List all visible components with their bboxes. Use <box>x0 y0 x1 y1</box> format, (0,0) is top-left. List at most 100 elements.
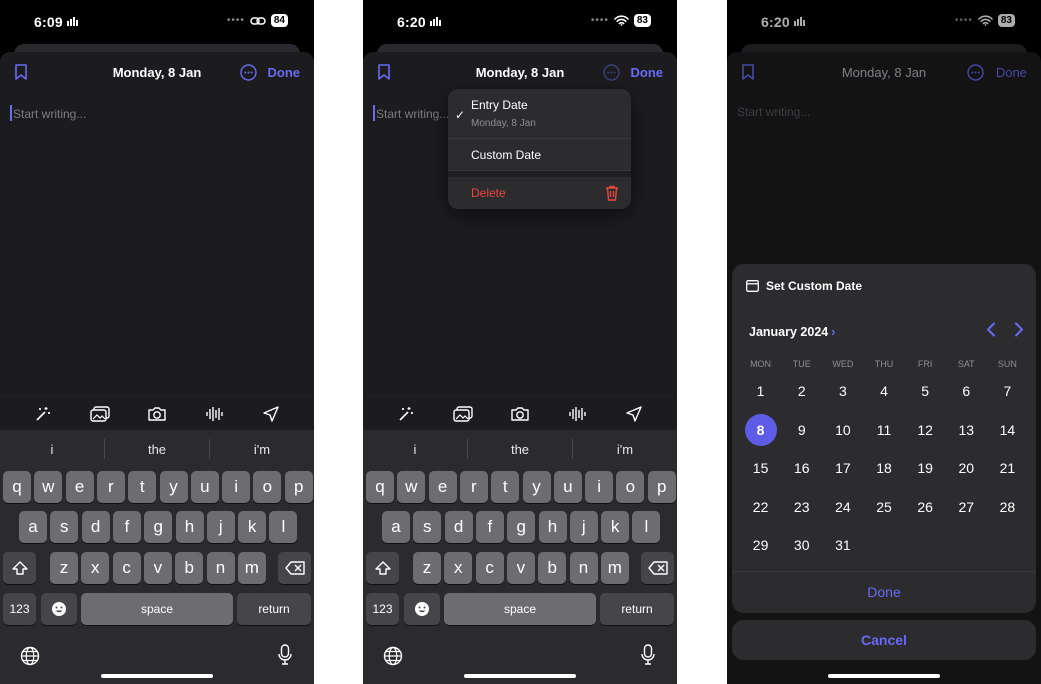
key-p[interactable]: p <box>284 471 313 503</box>
calendar-day[interactable]: 17 <box>822 449 863 488</box>
key-f[interactable]: f <box>112 511 141 543</box>
space-key[interactable]: space <box>81 593 233 625</box>
calendar-day[interactable]: 6 <box>946 372 987 411</box>
key-w[interactable]: w <box>397 471 426 503</box>
key-d[interactable]: d <box>81 511 110 543</box>
calendar-day[interactable]: 31 <box>822 526 863 565</box>
calendar-day[interactable]: 15 <box>740 449 781 488</box>
microphone-icon[interactable] <box>278 644 292 666</box>
key-o[interactable]: o <box>253 471 282 503</box>
suggestion-item[interactable]: i <box>363 442 467 457</box>
suggestion-item[interactable]: the <box>468 442 572 457</box>
key-k[interactable]: k <box>601 511 630 543</box>
calendar-day[interactable]: 28 <box>987 488 1028 527</box>
calendar-day[interactable]: 29 <box>740 526 781 565</box>
calendar-day[interactable]: 22 <box>740 488 781 527</box>
key-b[interactable]: b <box>175 552 204 584</box>
magic-wand-icon[interactable] <box>391 399 421 429</box>
calendar-day[interactable]: 7 <box>987 372 1028 411</box>
key-t[interactable]: t <box>491 471 520 503</box>
camera-icon[interactable] <box>142 399 172 429</box>
key-m[interactable]: m <box>600 552 629 584</box>
magic-wand-icon[interactable] <box>28 399 58 429</box>
key-y[interactable]: y <box>522 471 551 503</box>
photo-library-icon[interactable] <box>85 399 115 429</box>
key-r[interactable]: r <box>459 471 488 503</box>
key-l[interactable]: l <box>632 511 661 543</box>
entry-text-field[interactable]: Start writing... <box>373 105 449 121</box>
key-k[interactable]: k <box>238 511 267 543</box>
key-g[interactable]: g <box>507 511 536 543</box>
key-c[interactable]: c <box>112 552 141 584</box>
key-d[interactable]: d <box>444 511 473 543</box>
audio-waveform-icon[interactable] <box>199 399 229 429</box>
key-q[interactable]: q <box>3 471 31 503</box>
key-z[interactable]: z <box>413 552 441 584</box>
picker-done-button[interactable]: Done <box>732 584 1036 600</box>
backspace-key[interactable] <box>278 552 311 584</box>
key-o[interactable]: o <box>616 471 645 503</box>
return-key[interactable]: return <box>600 593 674 625</box>
numbers-key[interactable]: 123 <box>366 593 399 625</box>
microphone-icon[interactable] <box>641 644 655 666</box>
suggestion-item[interactable]: the <box>105 442 209 457</box>
key-x[interactable]: x <box>444 552 473 584</box>
calendar-day[interactable]: 25 <box>863 488 904 527</box>
calendar-day[interactable]: 27 <box>946 488 987 527</box>
key-v[interactable]: v <box>143 552 172 584</box>
key-b[interactable]: b <box>538 552 567 584</box>
key-c[interactable]: c <box>475 552 504 584</box>
numbers-key[interactable]: 123 <box>3 593 36 625</box>
emoji-key[interactable] <box>41 593 77 625</box>
key-z[interactable]: z <box>50 552 78 584</box>
audio-waveform-icon[interactable] <box>562 399 592 429</box>
calendar-day[interactable]: 9 <box>781 411 822 450</box>
calendar-day[interactable]: 5 <box>905 372 946 411</box>
calendar-day[interactable]: 24 <box>822 488 863 527</box>
calendar-day[interactable]: 11 <box>863 411 904 450</box>
key-e[interactable]: e <box>65 471 94 503</box>
key-m[interactable]: m <box>237 552 266 584</box>
calendar-day[interactable]: 8 <box>740 411 781 450</box>
key-j[interactable]: j <box>206 511 235 543</box>
key-p[interactable]: p <box>647 471 676 503</box>
location-icon[interactable] <box>619 399 649 429</box>
backspace-key[interactable] <box>641 552 674 584</box>
key-u[interactable]: u <box>190 471 219 503</box>
calendar-day[interactable]: 14 <box>987 411 1028 450</box>
menu-item-delete[interactable]: Delete <box>448 177 631 209</box>
key-l[interactable]: l <box>269 511 298 543</box>
key-h[interactable]: h <box>175 511 204 543</box>
next-month-icon[interactable] <box>1014 322 1024 337</box>
key-s[interactable]: s <box>50 511 79 543</box>
key-r[interactable]: r <box>96 471 125 503</box>
key-j[interactable]: j <box>569 511 598 543</box>
calendar-day[interactable]: 20 <box>946 449 987 488</box>
calendar-day[interactable]: 4 <box>863 372 904 411</box>
key-t[interactable]: t <box>128 471 157 503</box>
previous-month-icon[interactable] <box>986 322 996 337</box>
shift-key[interactable] <box>366 552 399 584</box>
calendar-day[interactable]: 13 <box>946 411 987 450</box>
emoji-key[interactable] <box>404 593 440 625</box>
month-selector[interactable]: January 2024 › <box>749 325 835 339</box>
space-key[interactable]: space <box>444 593 596 625</box>
globe-icon[interactable] <box>20 646 40 666</box>
key-w[interactable]: w <box>34 471 63 503</box>
key-u[interactable]: u <box>553 471 582 503</box>
key-i[interactable]: i <box>222 471 251 503</box>
key-n[interactable]: n <box>206 552 235 584</box>
key-e[interactable]: e <box>428 471 457 503</box>
calendar-day[interactable]: 10 <box>822 411 863 450</box>
more-options-icon[interactable] <box>240 64 257 81</box>
key-a[interactable]: a <box>382 511 410 543</box>
globe-icon[interactable] <box>383 646 403 666</box>
shift-key[interactable] <box>3 552 36 584</box>
entry-text-field[interactable]: Start writing... <box>10 105 86 121</box>
calendar-day[interactable]: 1 <box>740 372 781 411</box>
suggestion-item[interactable]: i'm <box>210 442 314 457</box>
key-a[interactable]: a <box>19 511 47 543</box>
key-v[interactable]: v <box>506 552 535 584</box>
key-i[interactable]: i <box>585 471 614 503</box>
done-button[interactable]: Done <box>631 65 664 80</box>
